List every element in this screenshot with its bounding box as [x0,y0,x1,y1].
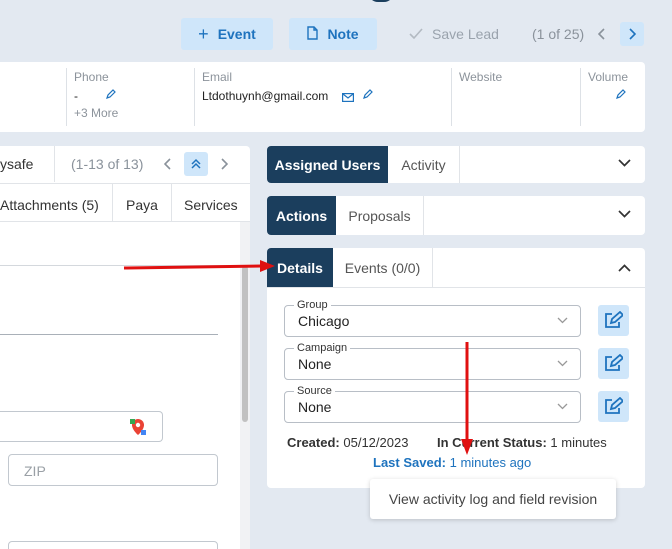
arrow-to-details-icon [123,260,275,272]
annotation-arrows [123,260,473,455]
arrow-to-last-saved-icon [461,342,473,455]
